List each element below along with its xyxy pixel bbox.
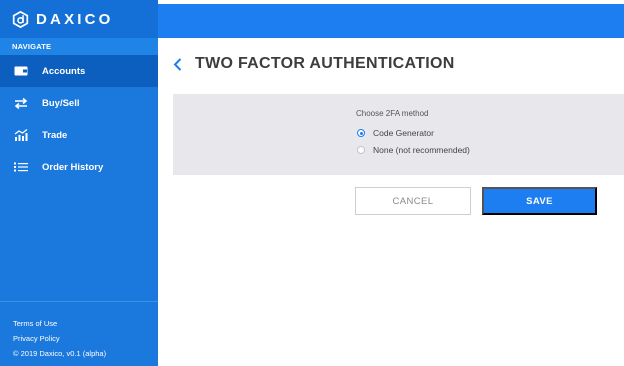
sidebar-item-trade[interactable]: Trade (0, 119, 158, 151)
page-header: TWO FACTOR AUTHENTICATION (173, 55, 455, 73)
swap-arrows-icon (13, 97, 29, 109)
sidebar-item-accounts[interactable]: Accounts (0, 55, 158, 87)
option-label: None (not recommended) (373, 145, 470, 155)
2fa-method-panel: Choose 2FA method Code Generator None (n… (173, 94, 624, 175)
radio-unselected-icon[interactable] (357, 146, 365, 154)
nav-section-label: NAVIGATE (0, 38, 158, 55)
page-title: TWO FACTOR AUTHENTICATION (195, 55, 455, 72)
brand-name: DAXICO (36, 10, 114, 28)
app-window: DAXICO NAVIGATE Accounts Buy/Sell Trade (0, 0, 624, 366)
sidebar-item-buy-sell[interactable]: Buy/Sell (0, 87, 158, 119)
copyright-text: © 2019 Daxico, v0.1 (alpha) (13, 349, 107, 358)
option-none[interactable]: None (not recommended) (357, 145, 470, 155)
daxico-logo-icon (12, 10, 29, 28)
sidebar-item-label: Buy/Sell (42, 97, 80, 109)
top-bar (158, 4, 624, 38)
option-code-generator[interactable]: Code Generator (357, 128, 434, 138)
method-label: Choose 2FA method (356, 109, 429, 118)
radio-selected-icon[interactable] (357, 129, 365, 137)
trade-chart-icon (13, 129, 29, 141)
wallet-icon (13, 65, 29, 77)
list-icon (13, 161, 29, 173)
privacy-policy-link[interactable]: Privacy Policy (13, 331, 158, 346)
sidebar-item-label: Accounts (42, 65, 86, 77)
terms-of-use-link[interactable]: Terms of Use (13, 316, 158, 331)
option-label: Code Generator (373, 128, 434, 138)
sidebar-item-label: Order History (42, 161, 104, 173)
cancel-button[interactable]: CANCEL (355, 187, 471, 215)
save-button[interactable]: SAVE (482, 187, 597, 215)
sidebar-footer: Terms of Use Privacy Policy © 2019 Daxic… (0, 301, 158, 366)
sidebar: DAXICO NAVIGATE Accounts Buy/Sell Trade (0, 0, 158, 366)
brand[interactable]: DAXICO (0, 0, 158, 38)
sidebar-item-label: Trade (42, 129, 68, 141)
back-chevron-icon[interactable] (173, 56, 185, 72)
sidebar-item-order-history[interactable]: Order History (0, 151, 158, 183)
